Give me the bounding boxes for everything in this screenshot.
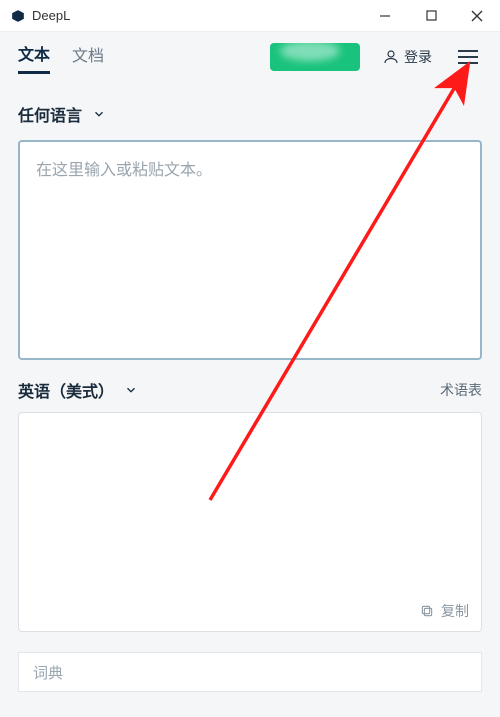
dictionary-label: 词典 — [33, 662, 63, 683]
window-titlebar: DeepL — [0, 0, 500, 32]
top-bar: 文本 文档 登录 — [0, 32, 500, 82]
chevron-down-icon — [124, 383, 138, 397]
copy-button[interactable]: 复制 — [419, 601, 469, 621]
user-icon — [382, 48, 400, 66]
source-language-select[interactable]: 任何语言 — [18, 94, 482, 136]
copy-label: 复制 — [441, 601, 469, 621]
tab-text[interactable]: 文本 — [18, 41, 50, 74]
source-language-label: 任何语言 — [18, 102, 82, 126]
login-label: 登录 — [404, 47, 432, 67]
minimize-button[interactable] — [362, 0, 408, 32]
app-logo-icon — [10, 8, 26, 24]
dictionary-box[interactable]: 词典 — [18, 652, 482, 692]
window-controls — [362, 0, 500, 32]
tab-document[interactable]: 文档 — [72, 42, 104, 72]
glossary-button[interactable]: 术语表 — [440, 380, 482, 400]
copy-icon — [419, 603, 435, 619]
target-language-select[interactable]: 英语（美式） — [18, 378, 138, 402]
source-text-box — [18, 140, 482, 360]
source-section-header: 任何语言 — [0, 82, 500, 140]
promo-badge[interactable] — [270, 43, 360, 71]
maximize-button[interactable] — [408, 0, 454, 32]
target-text-box: 复制 — [18, 412, 482, 632]
target-section-header: 英语（美式） 术语表 — [0, 360, 500, 412]
window-title: DeepL — [32, 8, 70, 23]
chevron-down-icon — [92, 107, 106, 121]
login-button[interactable]: 登录 — [382, 47, 432, 67]
hamburger-icon — [458, 50, 478, 52]
target-language-label: 英语（美式） — [18, 378, 114, 402]
source-input[interactable] — [36, 156, 464, 344]
close-button[interactable] — [454, 0, 500, 32]
menu-button[interactable] — [454, 46, 482, 68]
